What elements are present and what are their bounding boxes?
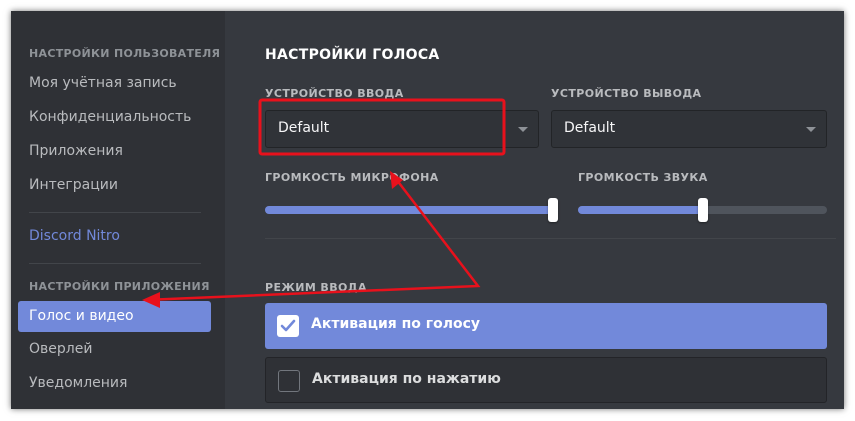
sidebar-divider bbox=[29, 212, 201, 213]
sidebar-item-discord-nitro[interactable]: Discord Nitro bbox=[29, 226, 120, 246]
mic-volume-fill bbox=[265, 206, 553, 214]
sound-volume-handle[interactable] bbox=[698, 198, 708, 222]
app-settings-header: НАСТРОЙКИ ПРИЛОЖЕНИЯ bbox=[29, 280, 210, 293]
sidebar-item-apps[interactable]: Приложения bbox=[29, 141, 123, 161]
input-mode-label: РЕЖИМ ВВОДА bbox=[265, 281, 367, 294]
sidebar-item-notifications[interactable]: Уведомления bbox=[29, 373, 127, 393]
option-label: Активация по нажатию bbox=[312, 371, 501, 387]
section-divider bbox=[265, 238, 836, 239]
mic-volume-label: ГРОМКОСТЬ МИКРОФОНА bbox=[265, 171, 439, 184]
input-device-label: УСТРОЙСТВО ВВОДА bbox=[265, 87, 404, 100]
input-device-value: Default bbox=[278, 120, 330, 136]
output-device-select[interactable]: Default bbox=[551, 110, 827, 148]
settings-sidebar: НАСТРОЙКИ ПОЛЬЗОВАТЕЛЯ Моя учётная запис… bbox=[11, 11, 225, 409]
sidebar-item-overlay[interactable]: Оверлей bbox=[29, 339, 92, 359]
user-settings-header: НАСТРОЙКИ ПОЛЬЗОВАТЕЛЯ bbox=[29, 47, 221, 60]
option-label: Активация по голосу bbox=[311, 316, 481, 332]
voice-settings-panel: НАСТРОЙКИ ГОЛОСА УСТРОЙСТВО ВВОДА Defaul… bbox=[225, 11, 844, 409]
sound-volume-label: ГРОМКОСТЬ ЗВУКА bbox=[578, 171, 708, 184]
sound-volume-fill bbox=[578, 206, 703, 214]
mic-volume-handle[interactable] bbox=[548, 198, 558, 222]
voice-activity-option[interactable]: Активация по голосу bbox=[265, 303, 827, 349]
sidebar-item-voice-video[interactable]: Голос и видео bbox=[18, 301, 211, 332]
sidebar-item-label: Голос и видео bbox=[29, 308, 134, 324]
page-title: НАСТРОЙКИ ГОЛОСА bbox=[265, 47, 440, 63]
output-device-value: Default bbox=[564, 120, 616, 136]
sidebar-divider bbox=[29, 263, 201, 264]
settings-window: НАСТРОЙКИ ПОЛЬЗОВАТЕЛЯ Моя учётная запис… bbox=[11, 11, 844, 409]
input-device-select[interactable]: Default bbox=[265, 110, 539, 148]
checkbox-checked[interactable] bbox=[277, 315, 299, 337]
chevron-down-icon bbox=[806, 127, 816, 132]
mic-volume-slider[interactable] bbox=[265, 198, 558, 222]
sidebar-item-integrations[interactable]: Интеграции bbox=[29, 175, 118, 195]
sound-volume-slider[interactable] bbox=[578, 198, 827, 222]
chevron-down-icon bbox=[518, 127, 528, 132]
sidebar-item-privacy[interactable]: Конфиденциальность bbox=[29, 107, 191, 127]
checkbox-unchecked[interactable] bbox=[278, 370, 300, 392]
checkmark-icon bbox=[280, 319, 296, 332]
output-device-label: УСТРОЙСТВО ВЫВОДА bbox=[551, 87, 702, 100]
push-to-talk-option[interactable]: Активация по нажатию bbox=[265, 357, 827, 403]
sidebar-item-my-account[interactable]: Моя учётная запись bbox=[29, 73, 177, 93]
